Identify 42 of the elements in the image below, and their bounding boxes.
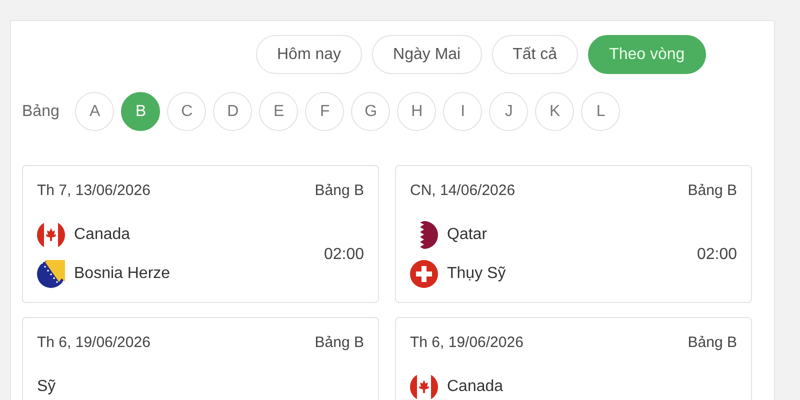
match-card[interactable]: Th 6, 19/06/2026 Bảng B Sỹ (22, 317, 379, 400)
filter-tab[interactable]: Ngày Mai (372, 35, 482, 74)
filter-tab[interactable]: Hôm nay (256, 35, 362, 74)
team-name: Sỹ (37, 377, 56, 397)
match-group: Bảng B (314, 180, 364, 202)
match-date: Th 6, 19/06/2026 (410, 332, 524, 353)
group-button[interactable]: E (259, 92, 298, 131)
group-button[interactable]: L (581, 92, 620, 131)
team-name: Canada (447, 377, 504, 397)
match-date: Th 7, 13/06/2026 (37, 180, 150, 201)
group-button[interactable]: K (535, 92, 574, 131)
swiss-flag-icon (410, 260, 438, 288)
group-button[interactable]: F (305, 92, 344, 131)
group-button[interactable]: D (213, 92, 252, 131)
team-name: Thụy Sỹ (447, 264, 506, 284)
match-time: 02:00 (696, 244, 737, 264)
match-date: CN, 14/06/2026 (410, 180, 516, 201)
group-button[interactable]: H (397, 92, 436, 131)
match-card[interactable]: Th 6, 19/06/2026 Bảng B Canada (395, 317, 752, 400)
filter-tab[interactable]: Tất cả (492, 35, 578, 74)
filter-tab[interactable]: Theo vòng (588, 35, 706, 74)
match-card[interactable]: Th 7, 13/06/2026 Bảng B Canada Bosnia Herze 02:00 (22, 165, 379, 303)
team-name: Bosnia Herze (74, 264, 170, 284)
group-button[interactable]: C (167, 92, 206, 131)
group-label: Bảng (22, 102, 60, 122)
match-group: Bảng B (688, 180, 737, 202)
bosnia-flag-icon (37, 260, 65, 288)
team-name: Qatar (447, 225, 488, 245)
match-card[interactable]: CN, 14/06/2026 Bảng B Qatar Thụy Sỹ 02:00 (395, 165, 752, 303)
group-button[interactable]: B (121, 92, 160, 131)
match-group: Bảng B (688, 332, 737, 354)
qatar-flag-icon (419, 221, 438, 249)
match-time: 02:00 (324, 244, 364, 264)
group-button[interactable]: A (75, 92, 114, 131)
canada-flag-icon (37, 221, 65, 249)
group-button[interactable]: J (489, 92, 528, 131)
group-button[interactable]: G (351, 92, 390, 131)
match-date: Th 6, 19/06/2026 (37, 332, 150, 353)
group-button[interactable]: I (443, 92, 482, 131)
team-name: Canada (74, 225, 130, 245)
canada-flag-icon (410, 373, 438, 400)
match-group: Bảng B (314, 332, 364, 354)
